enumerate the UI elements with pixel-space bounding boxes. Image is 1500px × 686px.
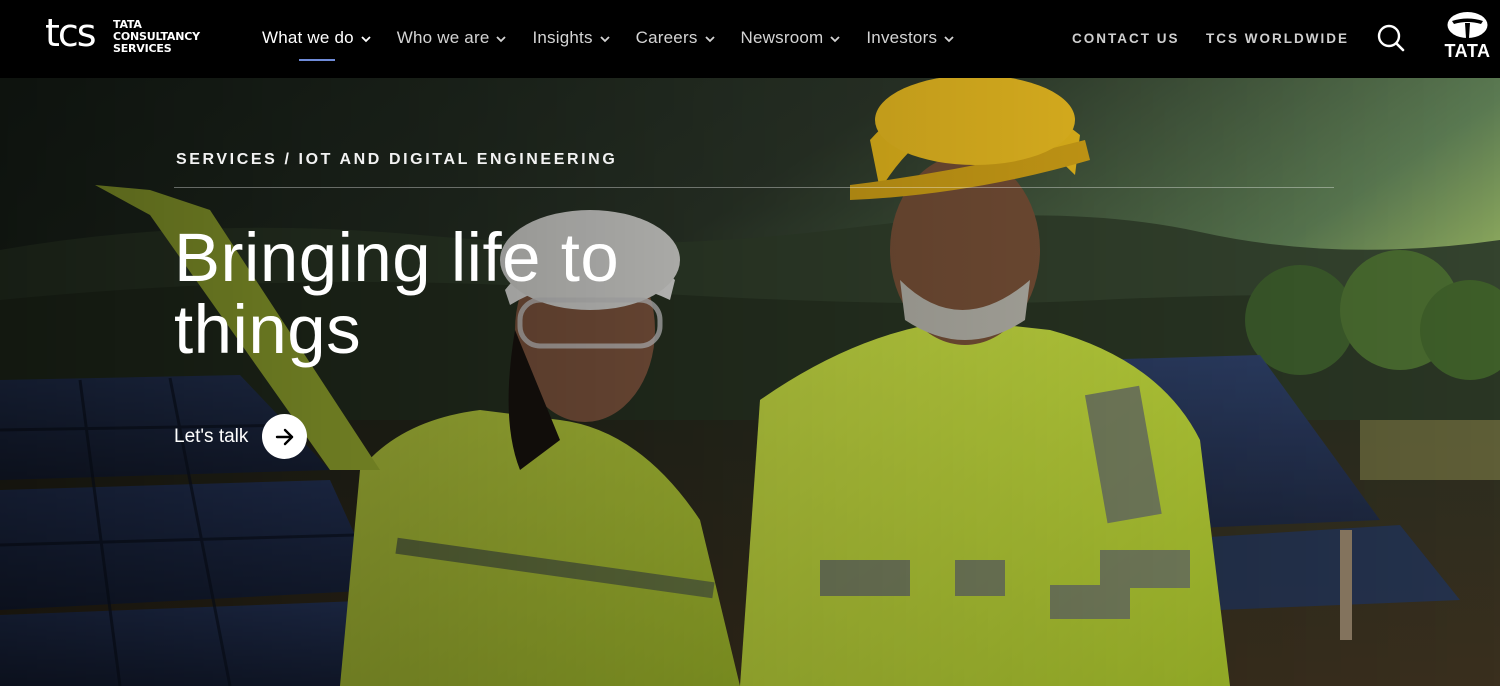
nav-label: Insights (532, 28, 593, 47)
chevron-down-icon (830, 35, 841, 42)
site-header: tcs TATA CONSULTANCY SERVICES What we do… (0, 0, 1500, 78)
nav-label: Who we are (396, 28, 490, 47)
tcs-worldwide-link[interactable]: TCS WORLDWIDE (1206, 31, 1349, 46)
arrow-right-icon (275, 428, 294, 445)
lets-talk-label: Let's talk (174, 425, 249, 447)
nav-item-what-we-do[interactable]: What we do (262, 26, 371, 61)
breadcrumb-divider (174, 187, 1334, 188)
breadcrumb: SERVICES / IOT AND DIGITAL ENGINEERING (176, 151, 618, 168)
chevron-down-icon (496, 35, 507, 42)
chevron-down-icon (944, 35, 954, 42)
lets-talk-button[interactable]: Let's talk (174, 414, 308, 459)
logo-wordmark: TATA CONSULTANCY SERVICES (113, 19, 200, 55)
chevron-down-icon (361, 35, 371, 42)
page-title: Bringing life to things (174, 222, 734, 366)
tata-group-logo[interactable]: TATA (1440, 12, 1495, 62)
nav-item-careers[interactable]: Careers (636, 26, 715, 50)
search-icon (1377, 24, 1405, 52)
chevron-down-icon (704, 35, 715, 42)
nav-label: What we do (262, 28, 354, 47)
nav-item-who-we-are[interactable]: Who we are (397, 26, 507, 50)
main-nav: What we do Who we are Insights Careers N… (262, 26, 980, 61)
nav-item-insights[interactable]: Insights (532, 26, 610, 50)
hero-banner: SERVICES / IOT AND DIGITAL ENGINEERING B… (0, 78, 1500, 686)
contact-us-link[interactable]: CONTACT US (1072, 31, 1180, 46)
nav-label: Newsroom (740, 28, 824, 47)
tata-wordmark: TATA (1444, 41, 1491, 61)
tata-emblem-icon (1447, 12, 1488, 38)
nav-label: Investors (866, 28, 938, 47)
logo-line-services: SERVICES (113, 42, 172, 55)
nav-item-investors[interactable]: Investors (866, 26, 954, 50)
tcs-logo[interactable]: tcs TATA CONSULTANCY SERVICES (45, 11, 205, 59)
chevron-down-icon (600, 35, 610, 42)
page-title-line-2: things (174, 291, 362, 368)
search-button[interactable] (1377, 24, 1405, 52)
logo-mark: tcs (45, 11, 97, 55)
nav-label: Careers (635, 28, 698, 47)
hero-photo (0, 78, 1500, 686)
page-title-line-1: Bringing life to (174, 219, 620, 296)
nav-item-newsroom[interactable]: Newsroom (741, 26, 841, 50)
cta-circle (262, 414, 308, 459)
